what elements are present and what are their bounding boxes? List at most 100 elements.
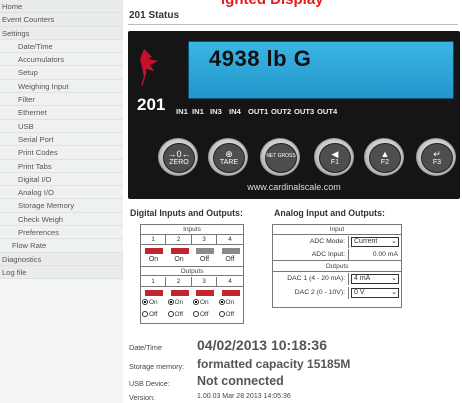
- outputs-header: Outputs: [141, 266, 243, 276]
- key-symbol: NET GROSS: [266, 153, 296, 159]
- dac1-value: 4 mA: [354, 275, 371, 282]
- model-number: 201: [137, 95, 166, 114]
- key-symbol: →0←: [167, 149, 191, 159]
- banner-title: ighted Display: [221, 0, 324, 8]
- sidebar-item-home[interactable]: Home: [0, 0, 123, 14]
- net-gross-key-icon: NET GROSS: [265, 143, 297, 173]
- sidebar-item-accumulators[interactable]: Accumulators: [0, 53, 123, 67]
- dac2-row: DAC 2 (0 - 10V): 0 V ⌄: [273, 287, 401, 299]
- annunciator-label: IN1: [176, 107, 188, 116]
- adc-mode-select[interactable]: Current ⌄: [351, 237, 399, 247]
- input-indicator: [170, 248, 189, 254]
- input-number-row: 123 4: [141, 235, 243, 245]
- key-net-gross-button[interactable]: NET GROSS: [260, 138, 300, 176]
- analog-io-table: Input ADC Mode: Current ⌄ ADC Input: 0.00…: [272, 224, 402, 308]
- sidebar-item-print-tabs[interactable]: Print Tabs: [0, 159, 123, 173]
- annunciator-label: OUT2: [271, 107, 292, 116]
- sidebar-item-weighing-input[interactable]: Weighing Input: [0, 79, 123, 94]
- sidebar-item-usb[interactable]: USB: [0, 119, 123, 133]
- sidebar-item-check-weigh[interactable]: Check Weigh: [0, 212, 123, 227]
- analog-io-title: Analog Input and Outputs:: [274, 208, 385, 218]
- key-label: TARE: [219, 159, 239, 166]
- adc-input-value: 0.00 mA: [372, 251, 398, 258]
- version-label: Version:: [129, 393, 155, 402]
- dac1-label: DAC 1 (4 - 20 mA):: [273, 273, 349, 285]
- dac1-row: DAC 1 (4 - 20 mA): 4 mA ⌄: [273, 273, 401, 285]
- channel-number: 4: [228, 236, 232, 243]
- radio-off-label: Off: [149, 311, 158, 318]
- sidebar-item-serial-port[interactable]: Serial Port: [0, 132, 123, 147]
- annunciator-label: IN1: [192, 107, 204, 116]
- output-off-radio[interactable]: Off: [167, 311, 184, 318]
- f2-key-icon: ▲ F2: [369, 143, 401, 173]
- input-state: On: [174, 256, 184, 263]
- sidebar-item-print-codes[interactable]: Print Codes: [0, 146, 123, 160]
- input-indicator: [221, 248, 240, 254]
- output-indicator: [221, 290, 240, 296]
- zero-key-icon: →0← ZERO: [163, 143, 195, 173]
- sidebar-item-settings[interactable]: Settings: [0, 26, 123, 40]
- adc-mode-value: Current: [354, 238, 378, 245]
- input-state: On: [148, 256, 159, 263]
- adc-mode-row: ADC Mode: Current ⌄: [273, 236, 401, 248]
- dac2-value: 0 V: [354, 289, 365, 296]
- key-f3-button[interactable]: ↵ F3: [416, 138, 456, 176]
- sidebar-item-analog-i-o[interactable]: Analog I/O: [0, 186, 123, 200]
- lcd-display: 4938 lb G: [188, 41, 454, 99]
- key-label: ZERO: [169, 159, 189, 166]
- sidebar-item-setup[interactable]: Setup: [0, 66, 123, 80]
- output-on-radio[interactable]: On: [218, 299, 234, 306]
- annunciator-label: OUT1: [248, 107, 269, 116]
- output-on-radio[interactable]: On: [193, 299, 209, 306]
- output-off-radio[interactable]: Off: [142, 311, 158, 318]
- dac1-select[interactable]: 4 mA ⌄: [351, 274, 399, 284]
- sidebar-item-diagnostics[interactable]: Diagnostics: [0, 252, 123, 266]
- sidebar-item-filter[interactable]: Filter: [0, 93, 123, 107]
- output-on-radio[interactable]: On: [142, 299, 158, 306]
- radio-dot-icon: [218, 311, 225, 318]
- key-f1-button[interactable]: ◀ F1: [314, 138, 354, 176]
- radio-on-label: On: [200, 299, 209, 306]
- radio-off-label: Off: [174, 311, 184, 318]
- input-indicator: [196, 248, 214, 254]
- chevron-down-icon: ⌄: [391, 275, 397, 282]
- date-time-value: 04/02/2013 10:18:36: [197, 337, 327, 353]
- key-symbol: ▲: [380, 149, 390, 159]
- output-off-radio[interactable]: Off: [218, 311, 234, 318]
- digital-io-table: Inputs 1 2 3 4 On On Off Off Outputs 1 2 3 4 On Off On Of…: [140, 224, 244, 324]
- sidebar-item-digital-i-o[interactable]: Digital I/O: [0, 172, 123, 187]
- output-on-radio[interactable]: On: [167, 299, 184, 306]
- sidebar-item-log-file[interactable]: Log file: [0, 265, 123, 280]
- key-tare-button[interactable]: ⊕ TARE: [208, 138, 248, 176]
- inputs-header: Inputs: [141, 225, 243, 235]
- channel-number: 3: [192, 277, 217, 287]
- radio-on-label: On: [149, 299, 158, 306]
- key-label: F1: [330, 159, 340, 166]
- input-indicator: [145, 248, 163, 254]
- sidebar-item-storage-memory[interactable]: Storage Memory: [0, 199, 123, 213]
- radio-off-label: Off: [200, 311, 209, 318]
- key-zero-button[interactable]: →0← ZERO: [158, 138, 198, 176]
- tare-key-icon: ⊕ TARE: [213, 143, 245, 173]
- radio-dot-icon: [167, 299, 174, 306]
- chevron-down-icon: ⌄: [391, 238, 397, 245]
- channel-number: 1: [141, 235, 166, 245]
- indicator-panel: 201 4938 lb G IN1 IN1 IN3 IN4 OUT1 OUT2 OUT3 OU…: [128, 31, 460, 199]
- radio-on-label: On: [174, 299, 184, 306]
- channel-number: 2: [167, 277, 192, 287]
- sidebar-nav: Home Event Counters Settings Date/Time Accum…: [0, 0, 123, 403]
- key-label: F2: [380, 159, 390, 166]
- output-off-radio[interactable]: Off: [193, 311, 209, 318]
- dac2-label: DAC 2 (0 - 10V):: [273, 287, 349, 299]
- channel-number: 1: [141, 277, 166, 287]
- sidebar-item-flow-rate[interactable]: Flow Rate: [0, 239, 123, 253]
- annunciator-label: OUT3: [294, 107, 315, 116]
- dac2-select[interactable]: 0 V ⌄: [351, 288, 399, 298]
- sidebar-item-preferences[interactable]: Preferences: [0, 226, 123, 240]
- sidebar-item-ethernet[interactable]: Ethernet: [0, 106, 123, 120]
- sidebar-item-event-counters[interactable]: Event Counters: [0, 13, 123, 27]
- output-indicator: [145, 290, 163, 296]
- channel-number: 2: [167, 235, 192, 245]
- key-f2-button[interactable]: ▲ F2: [364, 138, 404, 176]
- sidebar-item-date-time[interactable]: Date/Time: [0, 39, 123, 54]
